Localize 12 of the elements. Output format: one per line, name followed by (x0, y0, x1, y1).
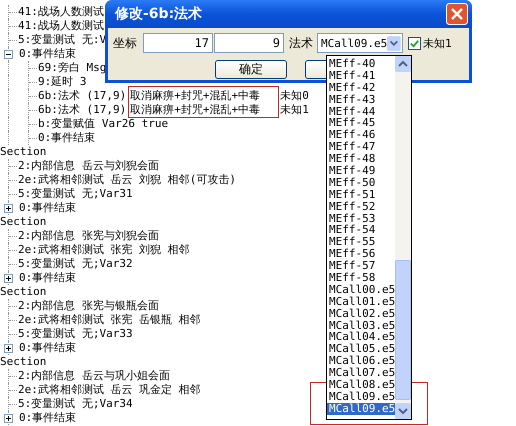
section-heading: Section (0, 145, 46, 159)
unknown-flag-text: 未知0 (280, 89, 309, 103)
coordinate-label: 坐标 (113, 34, 137, 52)
checkbox-label: 未知1 (423, 36, 452, 50)
spell-label: 法术 (289, 34, 313, 52)
section-heading: Section (0, 215, 46, 229)
spell-effects-text: 取消麻痹+封咒+混乱+中毒 (130, 103, 262, 117)
unknown-flag-text: 未知1 (280, 103, 309, 117)
spell-effects-text: 取消麻痹+封咒+混乱+中毒 (130, 89, 262, 103)
window-title: 修改-6b:法术 (115, 5, 202, 23)
section-heading: Section (0, 355, 46, 369)
section-heading: Section (0, 285, 46, 299)
